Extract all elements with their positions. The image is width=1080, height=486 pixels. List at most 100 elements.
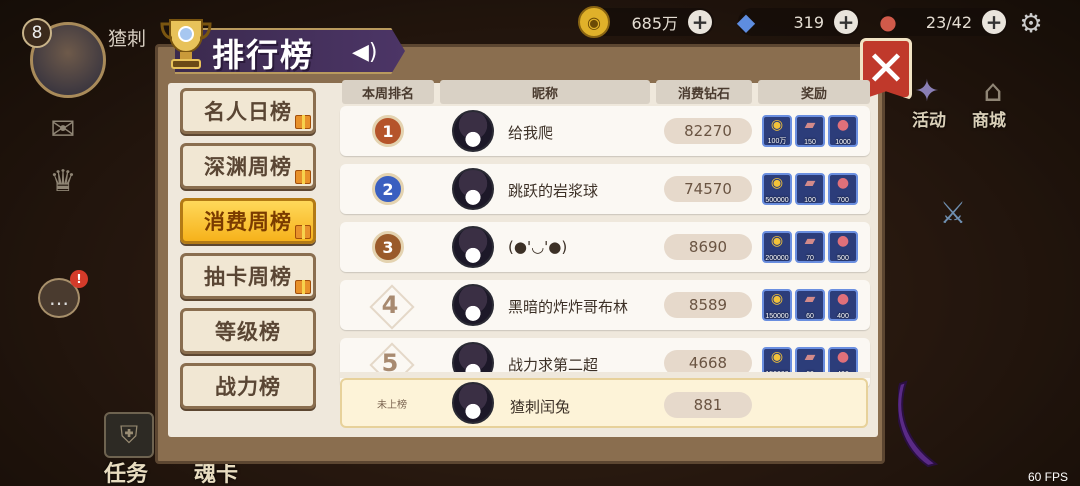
reward-count: 100万 (767, 138, 787, 145)
adventure-icon[interactable]: ⚔ (930, 196, 976, 236)
add-stamina-button[interactable]: + (982, 10, 1006, 34)
reward-count: 1000 (835, 139, 851, 146)
self-rank-row: 未上榜 猹刺闰兔 881 (340, 378, 868, 428)
gold-coin-reward-icon[interactable]: ◉ 100万 (762, 115, 792, 147)
reward-count: 400 (837, 313, 849, 320)
gold-counter: ◉ 685万 + (578, 6, 714, 38)
add-gold-button[interactable]: + (688, 10, 712, 34)
stamina-value: 23/42 (925, 12, 972, 32)
meat-icon: ● (879, 10, 897, 34)
rank-number: 4 (381, 291, 399, 319)
rank-row-3[interactable]: 3 (●'◡'●) 8690 ◉ 200000 ▰ 70 ● 500 (340, 222, 870, 272)
tab-label: 等级榜 (215, 320, 281, 344)
tab-label: 消费周榜 (204, 210, 292, 234)
self-name: 猹刺闰兔 (510, 398, 571, 416)
gift-icon (295, 280, 311, 294)
speaker-icon[interactable]: ◀) (352, 40, 378, 65)
game-screen: 8 猹刺 ◉ 685万 + ◆ 319 + ● 23/42 + ⚙ ✉ ♛ … … (0, 0, 1080, 486)
rank-medal-icon: 1 (372, 115, 404, 147)
gift-icon (295, 225, 311, 239)
meat-reward-icon[interactable]: ● 700 (828, 173, 858, 205)
diamond-value: 319 (793, 12, 824, 32)
reward-count: 200000 (765, 255, 789, 262)
gold-coin-icon: ◉ (578, 6, 610, 38)
trophy-icon (160, 19, 212, 69)
reward-count: 70 (806, 255, 814, 262)
rank-medal-icon: 2 (372, 173, 404, 205)
boot-reward-icon[interactable]: ▰ 70 (795, 231, 825, 263)
reward-count: 500000 (765, 197, 789, 204)
tab-4[interactable]: 抽卡周榜 (180, 253, 316, 299)
rank-row-2[interactable]: 2 跳跃的岩浆球 74570 ◉ 500000 ▰ 100 ● 700 (340, 164, 870, 214)
add-diamond-button[interactable]: + (834, 10, 858, 34)
fps-counter: 60 FPS (1028, 470, 1069, 484)
spend-value: 8690 (664, 234, 752, 260)
chat-alert-badge: ! (70, 270, 88, 288)
gold-coin-reward-icon[interactable]: ◉ 200000 (762, 231, 792, 263)
reward-count: 700 (837, 197, 849, 204)
reward-count: 500 (837, 255, 849, 262)
gold-value: 685万 (631, 14, 678, 33)
player-nickname: 给我爬 (508, 124, 554, 142)
diamond-icon: ◆ (736, 8, 756, 36)
player-nickname: (●'◡'●) (508, 238, 568, 256)
boot-reward-icon[interactable]: ▰ 100 (795, 173, 825, 205)
col-header-reward: 奖励 (758, 80, 870, 104)
purple-ribbon-tail (898, 380, 938, 468)
rank-diamond: 4 (370, 285, 410, 325)
gold-coin-reward-icon[interactable]: ◉150000 (762, 289, 792, 321)
task-icon[interactable]: ⛨ (104, 412, 154, 458)
reward-count: 150000 (765, 313, 789, 320)
player-avatar[interactable] (452, 226, 494, 268)
spend-value: 74570 (664, 176, 752, 202)
player-nickname: 黑暗的炸炸哥布林 (508, 298, 629, 316)
spend-value: 82270 (664, 118, 752, 144)
player-avatar[interactable] (452, 284, 494, 326)
task-label[interactable]: 任务 (104, 456, 148, 486)
tab-5[interactable]: 等级榜 (180, 308, 316, 354)
gift-icon (295, 170, 311, 184)
player-level-badge: 8 (22, 18, 52, 48)
meat-reward-icon[interactable]: ● 500 (828, 231, 858, 263)
diamond-counter: ◆ 319 + (737, 8, 860, 36)
stamina-counter: ● 23/42 + (879, 8, 1008, 36)
col-header-spend: 消费钻石 (656, 80, 752, 104)
rank-medal-icon: 3 (372, 231, 404, 263)
shop-label[interactable]: 商城 (972, 106, 1006, 131)
player-name: 猹刺 (108, 28, 147, 50)
rank-number: 3 (382, 237, 394, 257)
reward-count: 100 (804, 197, 816, 204)
tab-1[interactable]: 名人日榜 (180, 88, 316, 134)
meat-reward-icon[interactable]: ● 1000 (828, 115, 858, 147)
tab-label: 名人日榜 (204, 100, 292, 124)
trophy-side-icon[interactable]: ♛ (40, 164, 86, 204)
tab-label: 抽卡周榜 (204, 265, 292, 289)
tab-3[interactable]: 消费周榜 (180, 198, 316, 244)
rank-number: 1 (382, 121, 394, 141)
boot-reward-icon[interactable]: ▰60 (795, 289, 825, 321)
unranked-label: 未上榜 (377, 399, 407, 411)
mail-icon[interactable]: ✉ (40, 112, 86, 152)
gift-icon (295, 115, 311, 129)
rank-row-1[interactable]: 1 给我爬 82270 ◉ 100万 ▰ 150 ● 1000 (340, 106, 870, 156)
tab-6[interactable]: 战力榜 (180, 363, 316, 409)
settings-gear-icon[interactable]: ⚙ (1017, 10, 1045, 38)
gold-coin-reward-icon[interactable]: ◉ 500000 (762, 173, 792, 205)
col-header-rank: 本周排名 (342, 80, 434, 104)
activity-label[interactable]: 活动 (912, 106, 946, 131)
player-nickname: 跳跃的岩浆球 (508, 182, 599, 200)
boot-reward-icon[interactable]: ▰ 150 (795, 115, 825, 147)
self-avatar[interactable] (452, 382, 494, 424)
tab-label: 战力榜 (215, 375, 281, 399)
reward-count: 150 (804, 139, 816, 146)
player-avatar[interactable] (452, 168, 494, 210)
rank-row-4[interactable]: 4 黑暗的炸炸哥布林 8589 ◉ 150000 ▰ 60 ● 400 (340, 280, 870, 330)
panel-title: 排行榜 (212, 36, 315, 74)
tab-2[interactable]: 深渊周榜 (180, 143, 316, 189)
col-header-nickname: 昵称 (440, 80, 650, 104)
player-avatar[interactable] (452, 110, 494, 152)
tab-label: 深渊周榜 (204, 155, 292, 179)
meat-reward-icon[interactable]: ●400 (828, 289, 858, 321)
spend-value: 8589 (664, 292, 752, 318)
self-spend: 881 (664, 392, 752, 418)
